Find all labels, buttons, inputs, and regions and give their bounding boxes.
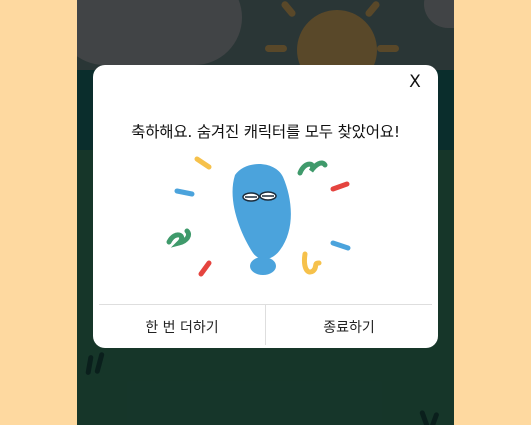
close-button[interactable]: X xyxy=(404,71,426,93)
celebration-dialog: X 축하해요. 숨겨진 캐릭터를 모두 찾았어요! 한 번 더하기 종료하기 xyxy=(93,65,438,348)
confetti-blue xyxy=(330,240,351,251)
dialog-title: 축하해요. 숨겨진 캐릭터를 모두 찾았어요! xyxy=(131,123,400,141)
confetti-red xyxy=(198,260,212,277)
character-foot xyxy=(250,257,276,275)
dialog-button-row: 한 번 더하기 종료하기 xyxy=(99,304,432,345)
confetti-red xyxy=(330,181,350,192)
confetti-yellow xyxy=(302,251,322,275)
confetti-yellow xyxy=(194,156,212,170)
play-again-button[interactable]: 한 번 더하기 xyxy=(99,305,265,344)
confetti-blue xyxy=(174,188,195,197)
blue-character xyxy=(232,163,291,260)
quit-button[interactable]: 종료하기 xyxy=(266,305,432,344)
confetti-green xyxy=(297,160,328,176)
character-illustration xyxy=(166,156,351,277)
confetti-green xyxy=(166,228,192,248)
